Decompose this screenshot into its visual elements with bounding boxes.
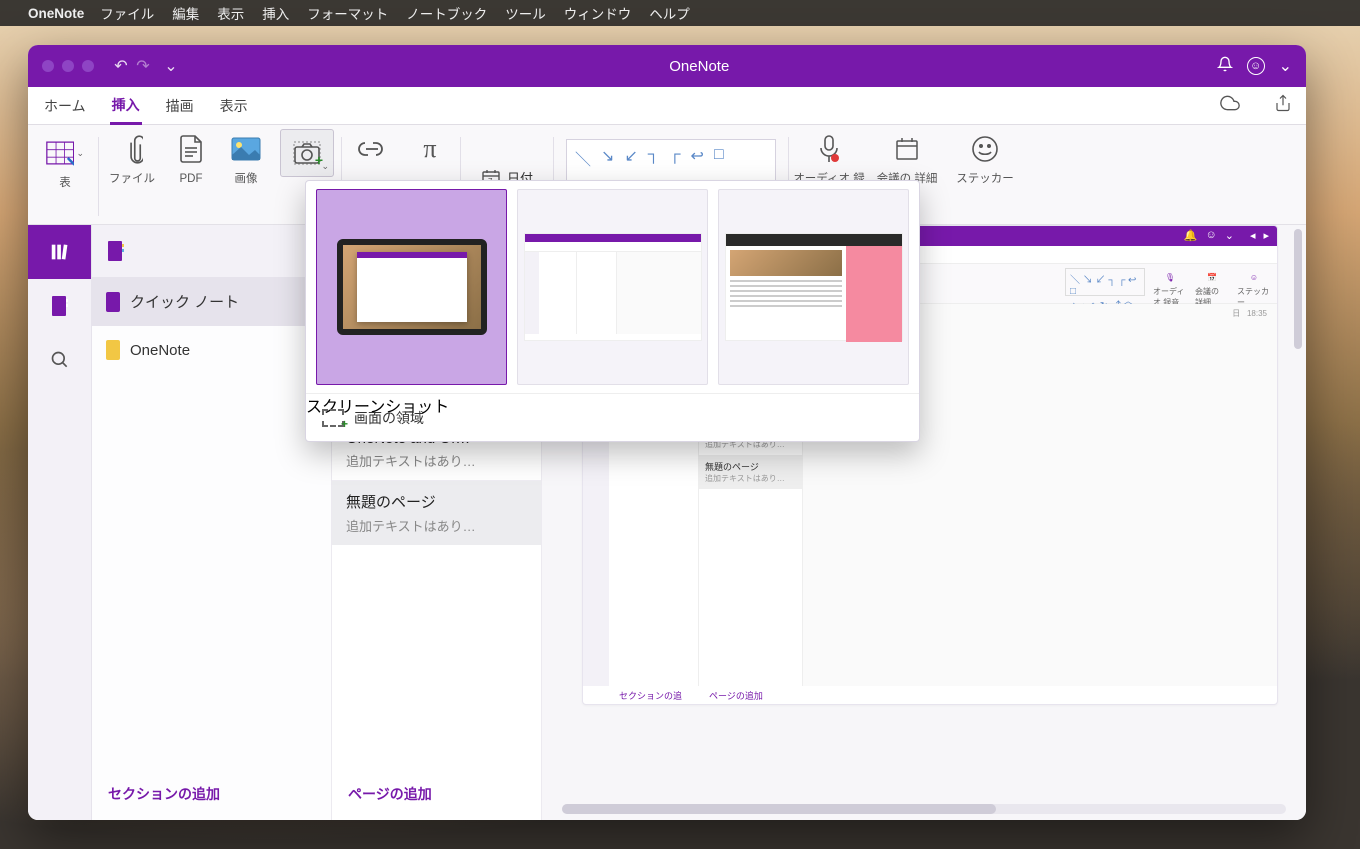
menu-help[interactable]: ヘルプ (649, 3, 690, 23)
mini-add-page: ページの追加 (699, 686, 773, 704)
ribbon-screenshot-button[interactable]: + ⌄ (277, 129, 337, 177)
qat-customize-chevron-icon[interactable]: ⌄ (160, 56, 182, 76)
screenshot-thumb-onenote[interactable] (517, 189, 708, 385)
menubar-appname[interactable]: OneNote (28, 6, 84, 21)
ribbon-sticker-button[interactable]: ステッカー (949, 129, 1021, 187)
menu-insert[interactable]: 挿入 (262, 3, 289, 23)
sections-panel: クイック ノート OneNote セクションの追加 (92, 225, 332, 820)
ribbon-table-button[interactable]: ⌄ 表 (36, 129, 94, 224)
horizontal-scrollbar[interactable] (562, 804, 1286, 814)
nav-library-icon[interactable] (28, 225, 91, 279)
screenshot-thumb-selected[interactable] (316, 189, 507, 385)
menu-edit[interactable]: 編集 (172, 3, 199, 23)
ribbon-file-button[interactable]: ファイル (103, 129, 161, 187)
screen-clipping-button[interactable]: 画面の領域 (306, 393, 919, 441)
nav-notebook-icon[interactable] (28, 279, 91, 333)
screenshot-dropdown: スクリーンショット 画面の領域 (305, 180, 920, 442)
minimize-dot[interactable] (62, 60, 74, 72)
mini-add-section: セクションの追加 (609, 686, 699, 704)
page-subtitle: 追加テキストはあり… (346, 516, 527, 535)
ribbon-table-label: 表 (59, 177, 71, 191)
add-page-button[interactable]: ページの追加 (332, 768, 541, 820)
titlebar-chevron-icon[interactable]: ⌄ (1279, 56, 1292, 76)
camera-dashed-icon (322, 409, 344, 427)
page-subtitle: 追加テキストはあり… (346, 451, 527, 470)
vertical-scrollbar[interactable] (1292, 229, 1302, 800)
menu-tools[interactable]: ツール (505, 3, 546, 23)
mac-menubar: OneNote ファイル 編集 表示 挿入 フォーマット ノートブック ツール … (0, 0, 1360, 26)
menu-view[interactable]: 表示 (217, 3, 244, 23)
menu-format[interactable]: フォーマット (307, 3, 388, 23)
tab-view[interactable]: 表示 (218, 88, 250, 123)
sync-status-icon[interactable] (1220, 93, 1240, 118)
notebook-header-icon[interactable] (92, 225, 331, 277)
section-color-swatch (106, 340, 120, 360)
section-onenote[interactable]: OneNote (92, 326, 331, 374)
tab-insert[interactable]: 挿入 (110, 87, 142, 125)
traffic-lights[interactable] (42, 60, 94, 72)
ribbon-sticker-label: ステッカー (956, 173, 1014, 187)
section-label: クイック ノート (130, 291, 239, 312)
notifications-bell-icon[interactable] (1217, 56, 1233, 77)
menu-notebook[interactable]: ノートブック (406, 3, 487, 23)
ribbon-pdf-label: PDF (180, 173, 203, 187)
ribbon-file-label: ファイル (109, 173, 155, 187)
ribbon-link-button[interactable] (346, 129, 398, 169)
zoom-dot[interactable] (82, 60, 94, 72)
nav-search-icon[interactable] (28, 333, 91, 387)
ribbon-picture-label: 画像 (235, 173, 258, 187)
ribbon-equation-button[interactable]: π (404, 129, 456, 169)
page-item-selected[interactable]: 無題のページ 追加テキストはあり… (332, 480, 541, 545)
tab-draw[interactable]: 描画 (164, 88, 196, 123)
undo-button[interactable]: ↶ (110, 56, 132, 76)
tab-home[interactable]: ホーム (42, 88, 88, 123)
screenshot-thumb-safari[interactable] (718, 189, 909, 385)
nav-column (28, 225, 92, 820)
redo-button[interactable]: ↷ (132, 56, 154, 76)
menu-window[interactable]: ウィンドウ (564, 3, 632, 23)
ribbon-pdf-button[interactable]: PDF (167, 129, 215, 187)
ribbon-meeting-button[interactable]: 会議の 詳細 (871, 129, 943, 187)
screen-clipping-label: 画面の領域 (354, 408, 424, 428)
close-dot[interactable] (42, 60, 54, 72)
feedback-smile-icon[interactable]: ☺ (1247, 57, 1265, 75)
section-label: OneNote (130, 342, 190, 359)
ribbon-tabs: ホーム 挿入 描画 表示 (28, 87, 1306, 125)
chevron-down-icon: ⌄ (321, 161, 329, 172)
page-title: 無題のページ (346, 491, 527, 512)
mini-nav-prev-icon: ◂ (1250, 229, 1256, 242)
ribbon-picture-button[interactable]: 画像 (221, 129, 271, 187)
share-icon[interactable] (1274, 94, 1292, 117)
titlebar: ↶ ↷ ⌄ OneNote ☺ ⌄ (28, 45, 1306, 87)
add-section-button[interactable]: セクションの追加 (92, 768, 331, 820)
menu-file[interactable]: ファイル (100, 3, 154, 23)
mini-nav-next-icon: ▸ (1263, 229, 1269, 242)
window-title: OneNote (182, 58, 1217, 75)
section-quicknotes[interactable]: クイック ノート (92, 277, 331, 326)
section-color-swatch (106, 292, 120, 312)
